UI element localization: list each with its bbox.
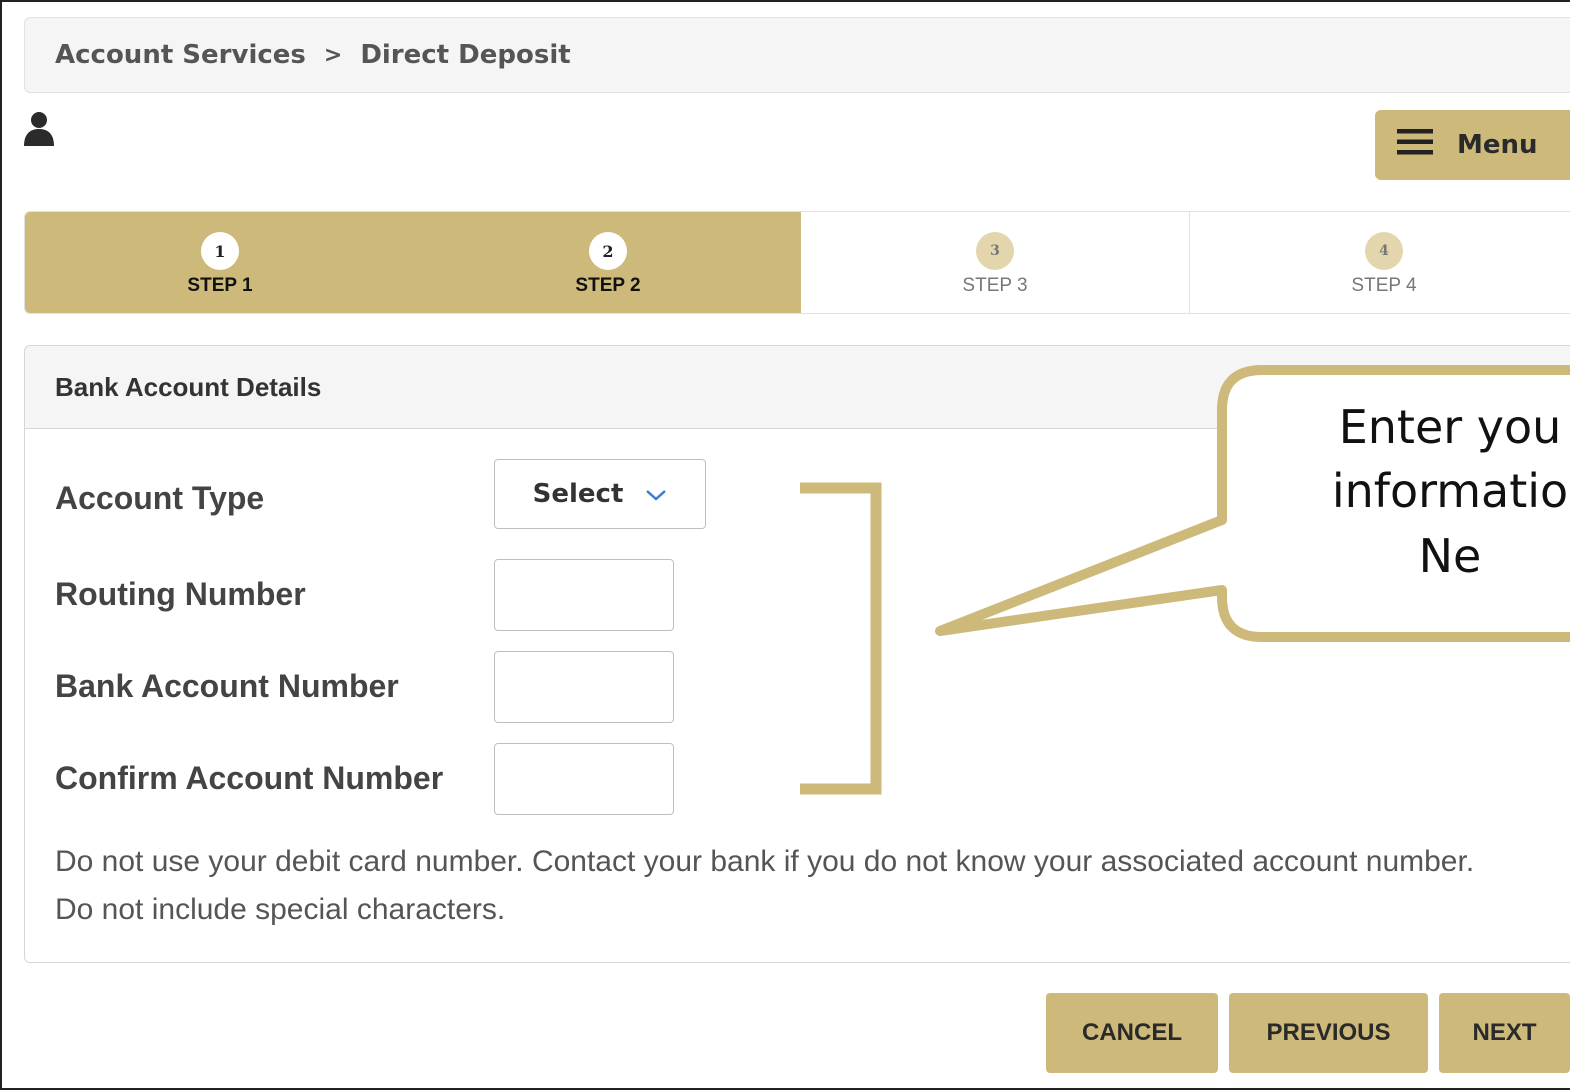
callout-line-3: Ne: [1418, 528, 1482, 583]
callout-text: Enter you informatio Ne: [1240, 395, 1570, 588]
callout-text-clip: Enter you informatio Ne: [1230, 380, 1570, 630]
callout-line-1: Enter you: [1338, 400, 1562, 454]
form-bracket: [800, 482, 882, 795]
callout-line-2: informatio: [1331, 464, 1569, 519]
